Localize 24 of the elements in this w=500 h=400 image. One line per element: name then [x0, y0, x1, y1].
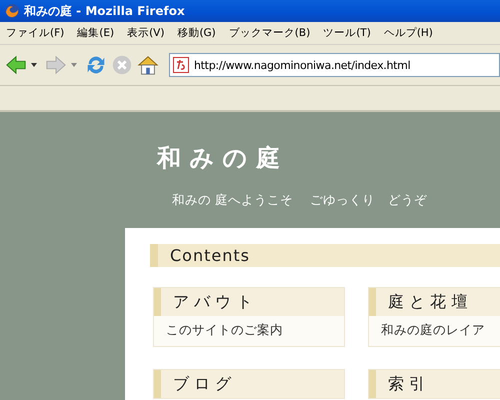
menu-item[interactable]: ツール(T) [323, 26, 371, 40]
home-icon[interactable] [137, 54, 159, 76]
menu-item[interactable]: 編集(E) [77, 26, 114, 40]
card-title[interactable]: ブ ロ グ [154, 370, 344, 398]
site-title: 和 み の 庭 [157, 143, 282, 174]
menu-item[interactable]: 移動(G) [177, 26, 216, 40]
menu-item[interactable]: ヘルプ(H) [384, 26, 433, 40]
reload-icon[interactable] [85, 54, 107, 76]
window-title: 和みの庭 - Mozilla Firefox [24, 2, 185, 20]
dropdown-caret-icon[interactable] [31, 63, 37, 67]
card-title[interactable]: 庭 と 花 壇 [369, 288, 500, 316]
card-description: このサイトのご案内 [165, 321, 284, 339]
card-title[interactable]: 索 引 [369, 370, 500, 398]
contents-heading: Contents [150, 244, 500, 267]
card-description: 和みの庭のレイア [380, 321, 486, 339]
card-title[interactable]: ア バ ウ ト [154, 288, 344, 316]
address-field[interactable]: http://www.nagominoniwa.net/index.html [169, 53, 500, 77]
menu-item[interactable]: ファイル(F) [6, 26, 64, 40]
browser-logo-icon [4, 3, 20, 19]
menu-item[interactable]: ブックマーク(B) [228, 26, 310, 40]
back-arrow-icon[interactable] [5, 54, 27, 76]
site-favicon-icon [173, 57, 189, 73]
site-tagline: 和みの 庭へようこそ ごゆっくり どうぞ [172, 192, 428, 209]
menu-item[interactable]: 表示(V) [127, 26, 164, 40]
